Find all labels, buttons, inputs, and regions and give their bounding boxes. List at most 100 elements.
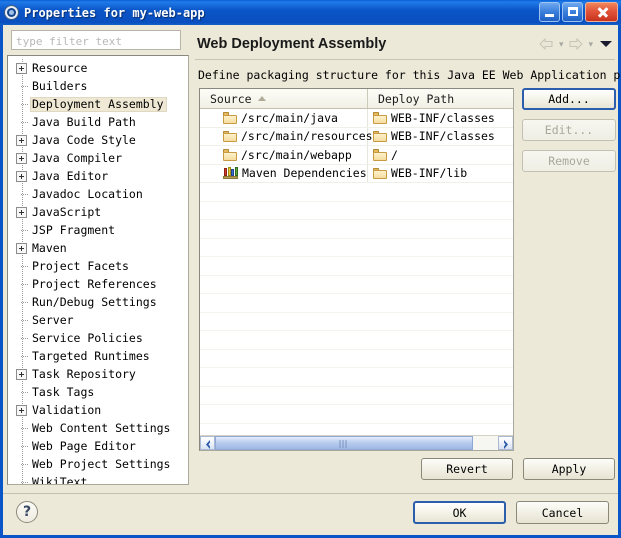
chevron-down-icon[interactable] [599, 37, 613, 51]
remove-button-label: Remove [548, 154, 590, 168]
settings-tree[interactable]: Resource Builders Deployment Assembly Java … [7, 55, 189, 485]
tree-leaf-connector [16, 81, 28, 92]
sidebar-item-validation[interactable]: Validation [10, 401, 188, 419]
sidebar-item-java-code-style[interactable]: Java Code Style [10, 131, 188, 149]
table-empty-area [200, 183, 513, 450]
sidebar-item-label: Java Code Style [32, 132, 136, 147]
window-title: Properties for my-web-app [24, 5, 205, 20]
tree-leaf-connector [16, 387, 28, 398]
sidebar-item-server[interactable]: Server [10, 311, 188, 329]
cell-source: /src/main/resources [200, 127, 373, 145]
sidebar-item-java-build-path[interactable]: Java Build Path [10, 113, 188, 131]
table-row[interactable]: /src/main/webapp / [200, 146, 513, 165]
scrollbar-track[interactable] [215, 436, 498, 450]
sidebar-item-project-facets[interactable]: Project Facets [10, 257, 188, 275]
apply-button-label: Apply [551, 462, 587, 476]
sidebar-item-wikitext[interactable]: WikiText [10, 473, 188, 485]
table-empty-row [200, 276, 513, 294]
tree-leaf-connector [16, 315, 28, 326]
scroll-right-icon[interactable] [498, 436, 513, 450]
sidebar-item-web-project-settings[interactable]: Web Project Settings [10, 455, 188, 473]
cancel-button[interactable]: Cancel [516, 501, 609, 524]
sidebar-item-label: Java Build Path [32, 114, 136, 129]
dialog-body: Resource Builders Deployment Assembly Java … [0, 25, 621, 538]
column-header-deploy-path[interactable]: Deploy Path [368, 89, 513, 108]
expand-plus-icon[interactable] [16, 206, 27, 218]
sidebar-item-java-editor[interactable]: Java Editor [10, 167, 188, 185]
cell-deploy-path-label: WEB-INF/lib [391, 166, 468, 181]
sidebar-item-web-content-settings[interactable]: Web Content Settings [10, 419, 188, 437]
expand-plus-icon[interactable] [16, 242, 27, 254]
close-button[interactable] [585, 2, 618, 22]
table-row[interactable]: /src/main/java WEB-INF/classes [200, 109, 513, 128]
sidebar-item-label: Maven [32, 240, 67, 255]
sidebar-item-javascript[interactable]: JavaScript [10, 203, 188, 221]
edit-button: Edit... [522, 119, 616, 141]
forward-arrow-icon[interactable] [567, 37, 584, 51]
sidebar-item-label: Service Policies [32, 330, 143, 345]
scroll-left-icon[interactable] [200, 436, 215, 450]
expand-plus-icon[interactable] [16, 404, 27, 416]
tree-leaf-connector [16, 333, 28, 344]
scrollbar-thumb[interactable] [215, 436, 473, 450]
assembly-table[interactable]: Source Deploy Path /src/main/java WEB-INF… [199, 88, 514, 451]
table-horizontal-scrollbar[interactable] [200, 435, 513, 450]
table-row[interactable]: /src/main/resources WEB-INF/classes [200, 127, 513, 146]
expand-plus-icon[interactable] [16, 134, 27, 146]
tree-leaf-connector [16, 99, 28, 110]
apply-buttons: Revert Apply [421, 458, 615, 480]
tree-leaf-connector [16, 477, 28, 485]
cell-deploy-path: WEB-INF/classes [368, 109, 513, 127]
sidebar-item-label: Javadoc Location [32, 186, 143, 201]
sidebar-item-service-policies[interactable]: Service Policies [10, 329, 188, 347]
back-arrow-icon[interactable] [538, 37, 555, 51]
sidebar-item-run-debug-settings[interactable]: Run/Debug Settings [10, 293, 188, 311]
table-header-row: Source Deploy Path [200, 89, 513, 109]
tree-leaf-connector [16, 351, 28, 362]
sidebar-item-project-references[interactable]: Project References [10, 275, 188, 293]
sidebar-item-resource[interactable]: Resource [10, 59, 188, 77]
ok-button[interactable]: OK [413, 501, 506, 524]
add-button[interactable]: Add... [522, 88, 616, 110]
sidebar-item-label: Project References [32, 276, 157, 291]
help-icon[interactable]: ? [16, 501, 38, 523]
cell-deploy-path: / [368, 146, 513, 164]
cell-source-label: Maven Dependencies [242, 166, 367, 181]
minimize-button[interactable] [539, 2, 560, 22]
cell-deploy-path-label: WEB-INF/classes [391, 110, 495, 125]
sidebar-item-web-page-editor[interactable]: Web Page Editor [10, 437, 188, 455]
sidebar-item-task-tags[interactable]: Task Tags [10, 383, 188, 401]
folder-icon [373, 167, 387, 180]
sidebar-item-maven[interactable]: Maven [10, 239, 188, 257]
properties-dialog: Properties for my-web-app Resource Builde… [0, 0, 621, 538]
table-row[interactable]: Maven Dependencies WEB-INF/lib [200, 164, 513, 183]
sidebar-item-task-repository[interactable]: Task Repository [10, 365, 188, 383]
column-header-source[interactable]: Source [200, 89, 368, 108]
sidebar-item-label: JavaScript [32, 204, 102, 219]
sidebar-item-label: Java Compiler [32, 150, 123, 165]
tree-leaf-connector [16, 297, 28, 308]
sidebar-item-jsp-fragment[interactable]: JSP Fragment [10, 221, 188, 239]
expand-plus-icon[interactable] [16, 62, 27, 74]
sidebar-item-targeted-runtimes[interactable]: Targeted Runtimes [10, 347, 188, 365]
column-header-deploy-path-label: Deploy Path [378, 91, 455, 106]
filter-input[interactable] [11, 30, 181, 50]
table-empty-row [200, 239, 513, 257]
cell-source: /src/main/webapp [200, 146, 368, 164]
revert-button[interactable]: Revert [421, 458, 513, 480]
title-divider [195, 59, 615, 60]
title-bar[interactable]: Properties for my-web-app [0, 0, 621, 25]
expand-plus-icon[interactable] [16, 368, 27, 380]
sidebar-item-label: Java Editor [32, 168, 109, 183]
add-button-label: Add... [548, 92, 590, 106]
expand-plus-icon[interactable] [16, 170, 27, 182]
maximize-button[interactable] [562, 2, 583, 22]
expand-plus-icon[interactable] [16, 152, 27, 164]
table-empty-row [200, 220, 513, 239]
sidebar-item-deployment-assembly[interactable]: Deployment Assembly [10, 95, 188, 113]
sidebar-item-javadoc-location[interactable]: Javadoc Location [10, 185, 188, 203]
apply-button[interactable]: Apply [523, 458, 615, 480]
sidebar-item-java-compiler[interactable]: Java Compiler [10, 149, 188, 167]
sidebar-item-builders[interactable]: Builders [10, 77, 188, 95]
table-body: /src/main/java WEB-INF/classes/src/main/r… [200, 109, 513, 183]
